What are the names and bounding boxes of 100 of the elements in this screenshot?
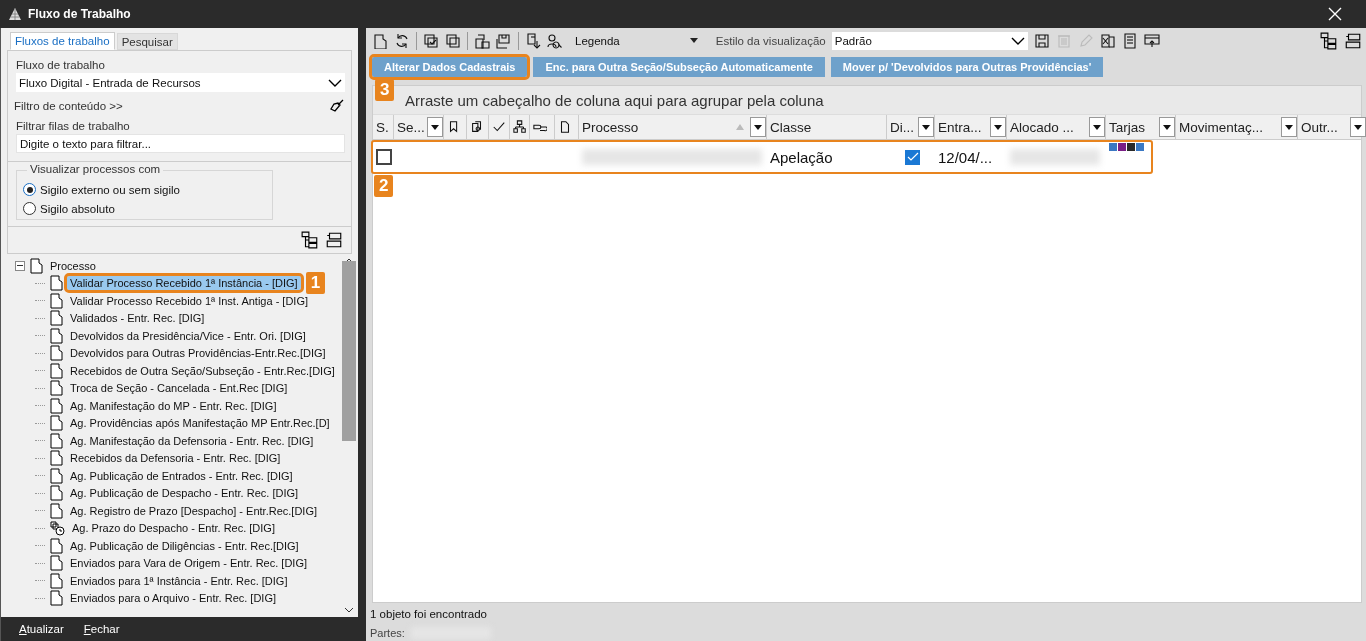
window-upload-icon[interactable]	[1143, 32, 1160, 49]
column-header[interactable]: S.	[373, 115, 394, 139]
windows-icon[interactable]	[445, 32, 461, 49]
filter-dropdown-button[interactable]	[1159, 117, 1175, 137]
chevron-down-icon[interactable]	[344, 606, 354, 614]
filter-dropdown-button[interactable]	[427, 117, 443, 137]
column-header[interactable]: Tarjas	[1106, 115, 1176, 139]
hierarchy-icon	[513, 120, 527, 134]
tree-item[interactable]: Enviados para Vara de Origem - Entr. Rec. [DIG]	[67, 556, 310, 571]
collapse-toggle-icon[interactable]	[15, 260, 25, 271]
column-header[interactable]: Di...	[887, 115, 935, 139]
expand-tree-icon[interactable]	[301, 231, 319, 249]
document-icon	[49, 397, 63, 414]
tree-item[interactable]: Troca de Seção - Cancelada - Ent.Rec [DIG]	[67, 381, 291, 396]
tree-item[interactable]: Ag. Manifestação da Defensoria - Entr. Rec. [DIG]	[67, 433, 317, 448]
field-label: Fluxo de trabalho	[16, 59, 106, 71]
tree-item[interactable]: Devolvidos da Presidência/Vice - Entr. Ori. [DIG]	[67, 328, 309, 343]
tree-item[interactable]: Enviados para o Arquivo - Entr. Rec. [DIG]	[67, 591, 280, 606]
panel-tab[interactable]: Pesquisar	[116, 33, 178, 50]
column-header[interactable]: Processo	[579, 115, 767, 139]
callout-badge: 1	[305, 272, 326, 295]
caret-icon	[994, 124, 1002, 130]
notes-icon[interactable]	[1121, 32, 1138, 49]
collapse-tree-icon[interactable]	[1344, 31, 1362, 50]
tree-item[interactable]: Ag. Publicação de Despacho - Entr. Rec. [DIG]	[67, 486, 302, 501]
tree-item[interactable]: Validar Processo Recebido 1ª Inst. Antiga - [DIG]	[67, 293, 312, 308]
save-all-icon[interactable]	[496, 32, 512, 49]
expand-tree-icon[interactable]	[1320, 31, 1338, 50]
field-label: Estilo da visualização	[715, 34, 826, 47]
column-header[interactable]: Classe	[767, 115, 887, 139]
save-icon[interactable]	[1033, 32, 1050, 49]
document-icon	[49, 415, 63, 432]
refresh-icon[interactable]	[394, 32, 410, 49]
new-queue-icon[interactable]	[372, 32, 388, 49]
radio-button[interactable]	[23, 202, 36, 215]
footer-button[interactable]: Fechar	[83, 623, 120, 635]
column-header[interactable]	[510, 115, 530, 139]
column-header[interactable]: Entra...	[935, 115, 1007, 139]
filter-dropdown-button[interactable]	[1281, 117, 1297, 137]
tree-item[interactable]: Ag. Registro de Prazo [Despacho] - Entr.Rec.[DIG]	[67, 503, 320, 518]
filter-dropdown-button[interactable]	[1350, 117, 1366, 137]
column-header[interactable]: Se...	[394, 115, 444, 139]
folder-doc-icon	[29, 257, 43, 274]
radio-button[interactable]	[23, 183, 36, 196]
document-icon	[49, 572, 63, 589]
tree-item[interactable]: Ag. Publicação de Diligências - Entr. Rec.[DIG]	[67, 538, 302, 553]
radio-option[interactable]: Sigilo absoluto	[23, 202, 266, 215]
table-cell: Apelação	[770, 148, 833, 166]
tree-item[interactable]: Devolvidos para Outras Providências-Entr.Rec.[DIG]	[67, 346, 329, 361]
caret-icon	[1285, 124, 1293, 130]
result-count: 1 objeto foi encontrado	[370, 608, 487, 620]
filter-dropdown-button[interactable]	[750, 117, 766, 137]
document-icon	[558, 120, 572, 134]
workflow-dropdown[interactable]: Fluxo Digital - Entrada de Recursos	[16, 73, 345, 92]
check-window-icon[interactable]	[423, 32, 439, 49]
documents-icon	[470, 120, 484, 134]
filter-input[interactable]: Digite o texto para filtrar...	[16, 134, 345, 153]
field-label: Partes:	[370, 627, 405, 639]
export-document-icon[interactable]	[525, 32, 541, 49]
callout-badge: 2	[374, 175, 394, 197]
tree-item[interactable]: Ag. Publicação de Entrados - Entr. Rec. [DIG]	[67, 468, 296, 483]
checkmark-icon	[492, 120, 506, 134]
document-icon	[49, 485, 63, 502]
caret-icon	[754, 124, 762, 130]
panel-tab[interactable]: Fluxos de trabalho	[10, 32, 115, 50]
legend-dropdown[interactable]: Legenda	[575, 34, 698, 47]
tree-item[interactable]: Recebidos da Defensoria - Entr. Rec. [DIG]	[67, 451, 284, 466]
tree-item[interactable]: Validados - Entr. Rec. [DIG]	[67, 311, 208, 326]
document-icon	[49, 275, 63, 292]
spreadsheet-export-icon[interactable]	[1099, 32, 1116, 49]
tree-item[interactable]: Enviados para 1ª Instância - Entr. Rec. [DIG]	[67, 573, 291, 588]
collapse-tree-icon[interactable]	[325, 231, 343, 249]
column-header[interactable]: Movimentaç...	[1176, 115, 1298, 139]
tree-item[interactable]: Ag. Prazo do Despacho - Entr. Rec. [DIG]	[69, 521, 278, 536]
tree-item[interactable]: Recebidos de Outra Seção/Subseção - Entr.Rec.[DIG]	[67, 363, 338, 378]
row-checkbox[interactable]	[376, 149, 392, 165]
brush-icon[interactable]	[329, 98, 345, 114]
save-copy-icon[interactable]	[474, 32, 490, 49]
tree-item[interactable]: Validar Processo Recebido 1ª Instância - [DIG]	[67, 276, 301, 291]
radio-option[interactable]: Sigilo externo ou sem sigilo	[23, 183, 266, 196]
scroll-thumb[interactable]	[342, 261, 356, 441]
field-label: Filtrar filas de trabalho	[16, 120, 131, 132]
caret-icon	[1354, 124, 1362, 130]
column-header[interactable]: Outr...	[1298, 115, 1366, 139]
filter-dropdown-button[interactable]	[1089, 117, 1105, 137]
search-people-icon[interactable]	[547, 32, 563, 49]
column-header[interactable]: Alocado ...	[1007, 115, 1106, 139]
chevron-down-icon	[328, 77, 342, 88]
view-style-dropdown[interactable]: Padrão	[831, 31, 1028, 50]
content-filter-link[interactable]: Filtro de conteúdo >>	[14, 100, 123, 112]
tree-item[interactable]: Ag. Manifestação do MP - Entr. Rec. [DIG]	[67, 398, 280, 413]
close-icon[interactable]	[1328, 7, 1342, 21]
tree-item[interactable]: Processo	[47, 258, 99, 273]
column-header[interactable]	[530, 115, 555, 139]
filter-dropdown-button[interactable]	[918, 117, 934, 137]
filter-dropdown-button[interactable]	[990, 117, 1006, 137]
document-icon	[49, 380, 63, 397]
footer-button[interactable]: Atualizar	[19, 623, 64, 635]
tree-item[interactable]: Ag. Providências após Manifestação MP Entr.Rec.[D]	[67, 416, 333, 431]
document-icon	[49, 310, 63, 327]
